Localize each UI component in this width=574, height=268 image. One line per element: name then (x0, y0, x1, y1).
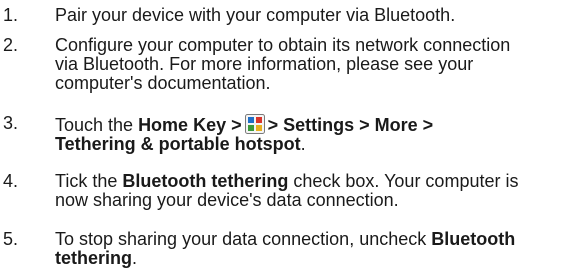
settings-path: > Settings > More > (267, 115, 434, 135)
step-1-line-1: Pair your device with your computer via … (55, 5, 456, 25)
step-4-prefix: Tick the (55, 171, 123, 191)
step-number: 2. (3, 35, 19, 55)
step-3-line-2: Tethering & portable hotspot. (55, 135, 570, 154)
step-5-suffix: . (132, 248, 138, 268)
step-4-rest: check box. Your computer is (288, 171, 519, 191)
step-number: 5. (3, 229, 19, 249)
step-2-line-1: Configure your computer to obtain its ne… (55, 35, 511, 55)
step-4-line-1: Tick the Bluetooth tethering check box. … (55, 172, 570, 191)
step-4-line-2: now sharing your device's data connectio… (55, 190, 399, 210)
step-text: Tick the Bluetooth tethering check box. … (55, 172, 570, 210)
step-5-line-1: To stop sharing your data connection, un… (55, 230, 570, 249)
apps-grid-icon (244, 114, 265, 134)
tethering-hotspot-label: Tethering & portable hotspot (55, 134, 301, 154)
step-2-line-2: via Bluetooth. For more information, ple… (55, 54, 474, 74)
step-5-line-2: tethering. (55, 249, 570, 268)
step-number: 3. (3, 113, 19, 133)
step-2-line-3: computer's documentation. (55, 73, 271, 93)
step-3-line-1: Touch the Home Key > > Settings > More > (55, 114, 570, 135)
step-3-prefix: Touch the (55, 115, 139, 135)
step-text: Touch the Home Key > > Settings > More > … (55, 114, 570, 154)
tethering-label: tethering (55, 248, 133, 268)
bluetooth-label: Bluetooth (431, 229, 516, 249)
step-5-prefix: To stop sharing your data connection, un… (55, 229, 432, 249)
step-number: 4. (3, 171, 19, 191)
step-text: To stop sharing your data connection, un… (55, 230, 570, 268)
bluetooth-tethering-label: Bluetooth tethering (122, 171, 289, 191)
step-number: 1. (3, 5, 19, 25)
home-key-label: Home Key > (138, 115, 242, 135)
step-3-suffix: . (300, 134, 306, 154)
step-text: Pair your device with your computer via … (55, 6, 570, 25)
step-text: Configure your computer to obtain its ne… (55, 36, 570, 93)
